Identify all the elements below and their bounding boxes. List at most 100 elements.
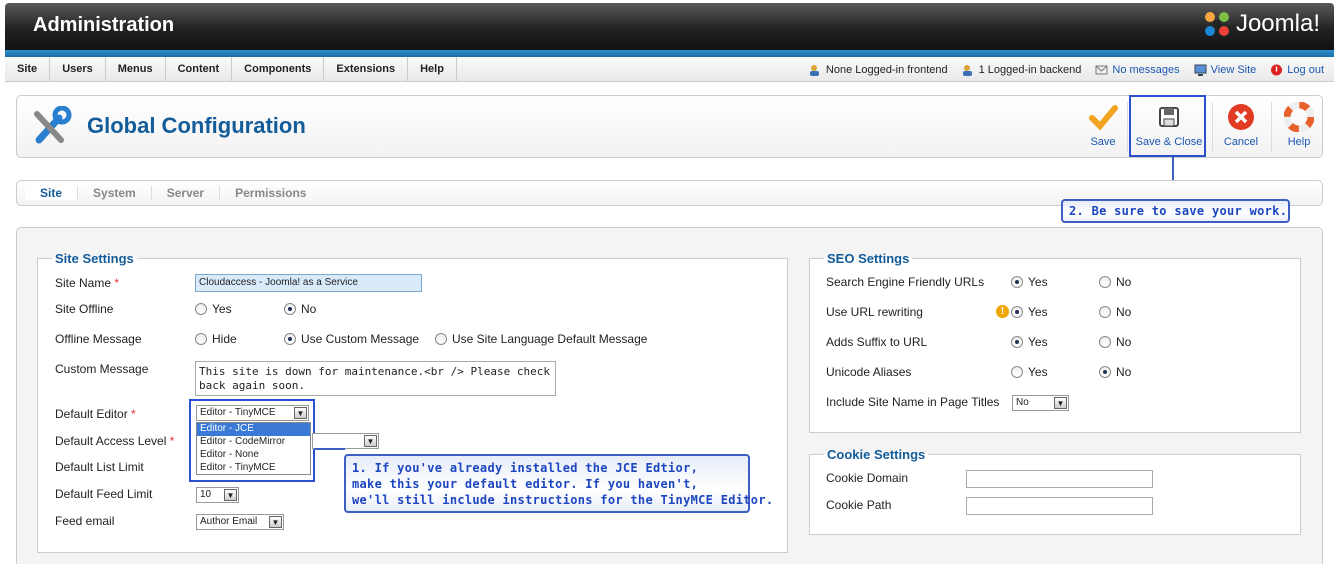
frontend-users-text: None Logged-in frontend <box>825 63 948 76</box>
cancel-button[interactable]: Cancel <box>1220 102 1262 154</box>
default-feed-limit-select[interactable]: 10 ▼ <box>196 487 239 503</box>
sef-urls-label: Search Engine Friendly URLs <box>826 275 985 289</box>
url-suffix-no-radio[interactable]: No <box>1099 335 1131 349</box>
radio-button-selected[interactable] <box>1099 366 1111 378</box>
tab-site[interactable]: Site <box>25 186 79 200</box>
help-label: Help <box>1287 136 1311 148</box>
url-suffix-yes-radio[interactable]: Yes <box>1011 335 1048 349</box>
save-callout: 2. Be sure to save your work. <box>1061 199 1290 223</box>
radio-button-selected[interactable] <box>1011 306 1023 318</box>
radio-button-selected[interactable] <box>284 303 296 315</box>
site-offline-no-radio[interactable]: No <box>284 302 316 316</box>
tab-server[interactable]: Server <box>152 186 221 200</box>
editor-callout: 1. If you've already installed the JCE E… <box>344 454 773 513</box>
radio-label: Yes <box>1028 335 1048 349</box>
unicode-aliases-yes-radio[interactable]: Yes <box>1011 365 1048 379</box>
include-site-name-value: No <box>1016 397 1029 408</box>
offline-message-hide-radio[interactable]: Hide <box>195 332 237 346</box>
radio-button[interactable] <box>435 333 447 345</box>
chevron-down-icon[interactable]: ▼ <box>1054 397 1067 409</box>
unicode-aliases-no-radio[interactable]: No <box>1099 365 1131 379</box>
site-offline-yes-radio[interactable]: Yes <box>195 302 232 316</box>
messages-link[interactable]: No messages <box>1095 64 1180 76</box>
menu-help[interactable]: Help <box>408 57 457 82</box>
offline-message-default-radio[interactable]: Use Site Language Default Message <box>435 332 647 346</box>
radio-button[interactable] <box>195 303 207 315</box>
default-feed-limit-label: Default Feed Limit <box>55 487 153 501</box>
include-site-name-select[interactable]: No ▼ <box>1012 395 1069 411</box>
default-access-label-text: Default Access Level <box>55 434 167 448</box>
default-access-label: Default Access Level * <box>55 434 174 448</box>
cookie-path-label: Cookie Path <box>826 498 892 512</box>
site-offline-label: Site Offline <box>55 302 114 316</box>
menu-users[interactable]: Users <box>50 57 106 82</box>
radio-button[interactable] <box>1099 336 1111 348</box>
menu-menus[interactable]: Menus <box>106 57 166 82</box>
radio-button[interactable] <box>1011 366 1023 378</box>
callout-connector <box>315 448 345 450</box>
main-menubar: Site Users Menus Content Components Exte… <box>5 57 1334 82</box>
default-access-select[interactable]: ▼ <box>312 433 379 449</box>
radio-label: Use Site Language Default Message <box>452 332 648 346</box>
menu-content[interactable]: Content <box>166 57 233 82</box>
config-tools-icon <box>34 106 72 144</box>
feed-email-value: Author Email <box>200 516 258 527</box>
backend-users-status: 1 Logged-in backend <box>962 63 1082 76</box>
custom-message-textarea[interactable]: This site is down for maintenance.<br />… <box>195 361 556 396</box>
view-site-link[interactable]: View Site <box>1194 64 1256 76</box>
feed-email-select[interactable]: Author Email ▼ <box>196 514 284 530</box>
site-name-input[interactable]: Cloudaccess - Joomla! as a Service <box>195 274 422 292</box>
header-accent-bar <box>5 50 1334 57</box>
feed-email-label: Feed email <box>55 514 115 528</box>
admin-header: Administration Joomla! <box>5 3 1334 50</box>
backend-users-text: 1 Logged-in backend <box>978 63 1082 76</box>
radio-label: No <box>1116 275 1132 289</box>
menu-extensions[interactable]: Extensions <box>324 57 409 82</box>
logout-link[interactable]: Log out <box>1270 64 1324 76</box>
url-suffix-label: Adds Suffix to URL <box>826 335 928 349</box>
radio-button[interactable] <box>1099 276 1111 288</box>
custom-message-label: Custom Message <box>55 362 149 376</box>
site-name-label-text: Site Name <box>55 276 112 290</box>
joomla-logo-icon <box>1204 12 1229 36</box>
chevron-down-icon[interactable]: ▼ <box>364 435 377 447</box>
radio-button-selected[interactable] <box>1011 276 1023 288</box>
users-icon <box>962 64 972 76</box>
toolbar-divider <box>1212 102 1213 152</box>
cookie-domain-input[interactable] <box>966 470 1153 488</box>
chevron-down-icon[interactable]: ▼ <box>269 516 282 528</box>
required-mark: * <box>169 434 175 448</box>
radio-label: Yes <box>1028 305 1048 319</box>
tab-permissions[interactable]: Permissions <box>220 186 321 200</box>
menu-site[interactable]: Site <box>5 57 51 82</box>
status-bar: None Logged-in frontend 1 Logged-in back… <box>809 57 1324 82</box>
tab-system[interactable]: System <box>78 186 152 200</box>
radio-button-selected[interactable] <box>1011 336 1023 348</box>
menu-components[interactable]: Components <box>232 57 325 82</box>
editor-highlight-box <box>189 399 315 482</box>
default-list-limit-label: Default List Limit <box>55 460 144 474</box>
save-button[interactable]: Save <box>1087 102 1119 154</box>
chevron-down-icon[interactable]: ▼ <box>224 489 237 501</box>
radio-button[interactable] <box>1099 306 1111 318</box>
url-rewriting-no-radio[interactable]: No <box>1099 305 1131 319</box>
url-rewriting-yes-radio[interactable]: Yes <box>1011 305 1048 319</box>
radio-label: Yes <box>212 302 232 316</box>
default-editor-label: Default Editor * <box>55 407 136 421</box>
radio-label: Yes <box>1028 365 1048 379</box>
site-name-label: Site Name * <box>55 276 119 290</box>
sef-urls-yes-radio[interactable]: Yes <box>1011 275 1048 289</box>
sef-urls-no-radio[interactable]: No <box>1099 275 1131 289</box>
radio-button-selected[interactable] <box>284 333 296 345</box>
lifebuoy-icon <box>1284 102 1314 132</box>
help-button[interactable]: Help <box>1281 102 1317 154</box>
offline-message-custom-radio[interactable]: Use Custom Message <box>284 332 419 346</box>
radio-label: No <box>1116 335 1132 349</box>
logout-text: Log out <box>1287 63 1324 76</box>
required-mark: * <box>131 407 136 421</box>
editor-callout-line: make this your default editor. If you ha… <box>352 477 699 491</box>
radio-button[interactable] <box>195 333 207 345</box>
cookie-path-input[interactable] <box>966 497 1153 515</box>
default-editor-label-text: Default Editor <box>55 407 128 421</box>
cookie-settings-legend: Cookie Settings <box>827 447 926 462</box>
